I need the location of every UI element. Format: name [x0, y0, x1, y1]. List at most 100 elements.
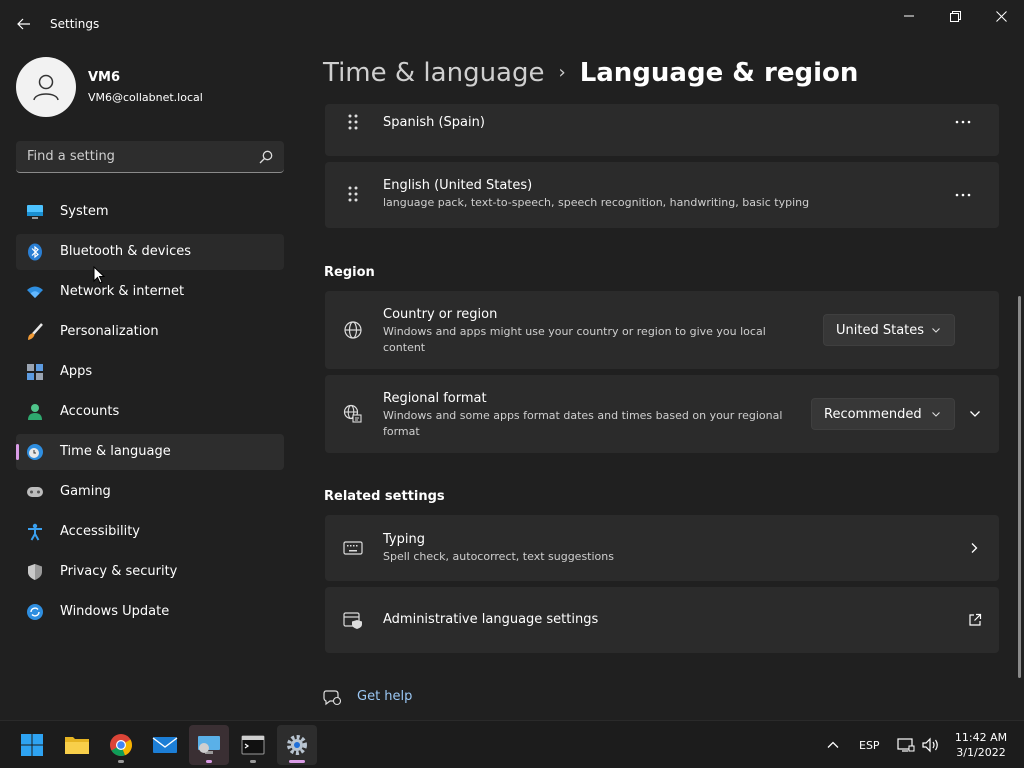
- language-row-english[interactable]: English (United States) language pack, t…: [325, 162, 999, 228]
- start-button[interactable]: [12, 725, 52, 765]
- update-icon: [26, 603, 44, 621]
- show-hidden-icons-button[interactable]: [826, 721, 840, 768]
- sidebar-item-label: Apps: [60, 364, 93, 379]
- gamepad-icon: [26, 483, 44, 501]
- language-features: language pack, text-to-speech, speech re…: [383, 196, 810, 209]
- get-help-label: Get help: [357, 689, 413, 704]
- chrome-icon: [110, 734, 133, 757]
- setting-title: Country or region: [383, 307, 498, 322]
- setting-title: Regional format: [383, 391, 487, 406]
- sidebar-item-network[interactable]: Network & internet: [16, 274, 284, 310]
- admin-language-settings-link[interactable]: Administrative language settings: [325, 587, 999, 653]
- sidebar-item-privacy[interactable]: Privacy & security: [16, 554, 284, 590]
- sidebar-item-label: Network & internet: [60, 284, 185, 299]
- taskbar-remote-desktop[interactable]: [189, 725, 229, 765]
- wifi-icon: [26, 283, 44, 301]
- clock-date: 3/1/2022: [956, 746, 1006, 759]
- chevron-right-icon: [971, 543, 978, 553]
- close-icon: [995, 10, 1007, 22]
- setting-description: Windows and some apps format dates and t…: [383, 409, 783, 438]
- external-link-icon: [969, 613, 982, 626]
- volume-icon[interactable]: [921, 721, 941, 768]
- restore-button[interactable]: [932, 0, 978, 32]
- bluetooth-icon: [26, 243, 44, 261]
- breadcrumb-parent[interactable]: Time & language: [323, 58, 544, 88]
- sidebar-item-label: Personalization: [60, 324, 159, 339]
- regional-format-icon: [343, 404, 362, 423]
- country-dropdown[interactable]: United States: [823, 314, 955, 346]
- taskbar-settings[interactable]: [277, 725, 317, 765]
- input-language-indicator[interactable]: ESP: [859, 721, 880, 768]
- regional-format-card[interactable]: Regional format Windows and some apps fo…: [325, 375, 999, 453]
- page-title: Language & region: [579, 58, 859, 88]
- sidebar-item-label: Privacy & security: [60, 564, 178, 579]
- folder-icon: [65, 737, 89, 754]
- taskbar: ESP 11:42 AM 3/1/2022: [0, 720, 1024, 768]
- chevron-up-icon: [827, 741, 839, 748]
- taskbar-chrome[interactable]: [101, 725, 141, 765]
- sidebar-item-system[interactable]: System: [16, 194, 284, 230]
- more-icon: [955, 120, 971, 124]
- language-name: English (United States): [383, 178, 533, 193]
- sidebar-item-time-language[interactable]: Time & language: [16, 434, 284, 470]
- sidebar-item-gaming[interactable]: Gaming: [16, 474, 284, 510]
- sidebar-nav: System Bluetooth & devices Network & int…: [16, 194, 284, 634]
- breadcrumb: Time & language › Language & region: [323, 58, 858, 88]
- search-icon[interactable]: [258, 149, 274, 165]
- taskbar-terminal[interactable]: [233, 725, 273, 765]
- remote-desktop-icon: [198, 736, 220, 754]
- scrollbar[interactable]: [1018, 296, 1021, 678]
- clock-globe-icon: [26, 443, 44, 461]
- drag-handle-icon[interactable]: [343, 113, 363, 133]
- sidebar-item-label: Gaming: [60, 484, 111, 499]
- minimize-icon: [904, 15, 914, 17]
- search-input[interactable]: Find a setting: [16, 141, 284, 173]
- network-status-icon[interactable]: [897, 721, 915, 768]
- more-options-button[interactable]: [951, 112, 975, 132]
- expand-button[interactable]: [965, 406, 985, 422]
- language-name: Spanish (Spain): [383, 115, 485, 130]
- sidebar-item-windows-update[interactable]: Windows Update: [16, 594, 284, 630]
- sidebar-item-accounts[interactable]: Accounts: [16, 394, 284, 430]
- taskbar-mail[interactable]: [145, 725, 185, 765]
- avatar[interactable]: [16, 57, 76, 117]
- sidebar-item-label: Accessibility: [60, 524, 140, 539]
- taskbar-clock[interactable]: 11:42 AM 3/1/2022: [950, 730, 1012, 760]
- settings-gear-icon: [287, 735, 307, 755]
- close-button[interactable]: [978, 0, 1024, 32]
- running-indicator: [250, 760, 256, 763]
- restore-icon: [949, 10, 961, 22]
- taskbar-file-explorer[interactable]: [57, 725, 97, 765]
- brush-icon: [26, 323, 44, 341]
- sidebar-item-bluetooth[interactable]: Bluetooth & devices: [16, 234, 284, 270]
- country-region-card: Country or region Windows and apps might…: [325, 291, 999, 369]
- clock-time: 11:42 AM: [954, 731, 1008, 744]
- admin-shield-icon: [343, 612, 362, 629]
- sidebar-item-apps[interactable]: Apps: [16, 354, 284, 390]
- running-indicator: [118, 760, 124, 763]
- windows-logo-icon: [21, 734, 43, 756]
- section-heading-region: Region: [324, 265, 375, 280]
- typing-link[interactable]: Typing Spell check, autocorrect, text su…: [325, 515, 999, 581]
- regional-format-dropdown[interactable]: Recommended: [811, 398, 955, 430]
- sidebar-item-accessibility[interactable]: Accessibility: [16, 514, 284, 550]
- more-icon: [955, 193, 971, 197]
- back-arrow-icon: [17, 18, 30, 30]
- help-chat-icon: [323, 690, 341, 706]
- speaker-icon: [922, 737, 938, 753]
- dropdown-value: Recommended: [824, 406, 922, 422]
- more-options-button[interactable]: [951, 185, 975, 205]
- apps-icon: [26, 363, 44, 381]
- sidebar-item-personalization[interactable]: Personalization: [16, 314, 284, 350]
- back-button[interactable]: [10, 10, 38, 38]
- sidebar-item-label: System: [60, 204, 109, 219]
- breadcrumb-separator: ›: [558, 62, 566, 83]
- keyboard-icon: [343, 541, 363, 555]
- accessibility-icon: [26, 523, 44, 541]
- language-row-spanish[interactable]: Spanish (Spain): [325, 104, 999, 156]
- sidebar-item-label: Windows Update: [60, 604, 170, 619]
- minimize-button[interactable]: [886, 0, 932, 32]
- running-indicator: [206, 760, 212, 763]
- drag-handle-icon[interactable]: [343, 185, 363, 205]
- user-name: VM6: [88, 70, 121, 85]
